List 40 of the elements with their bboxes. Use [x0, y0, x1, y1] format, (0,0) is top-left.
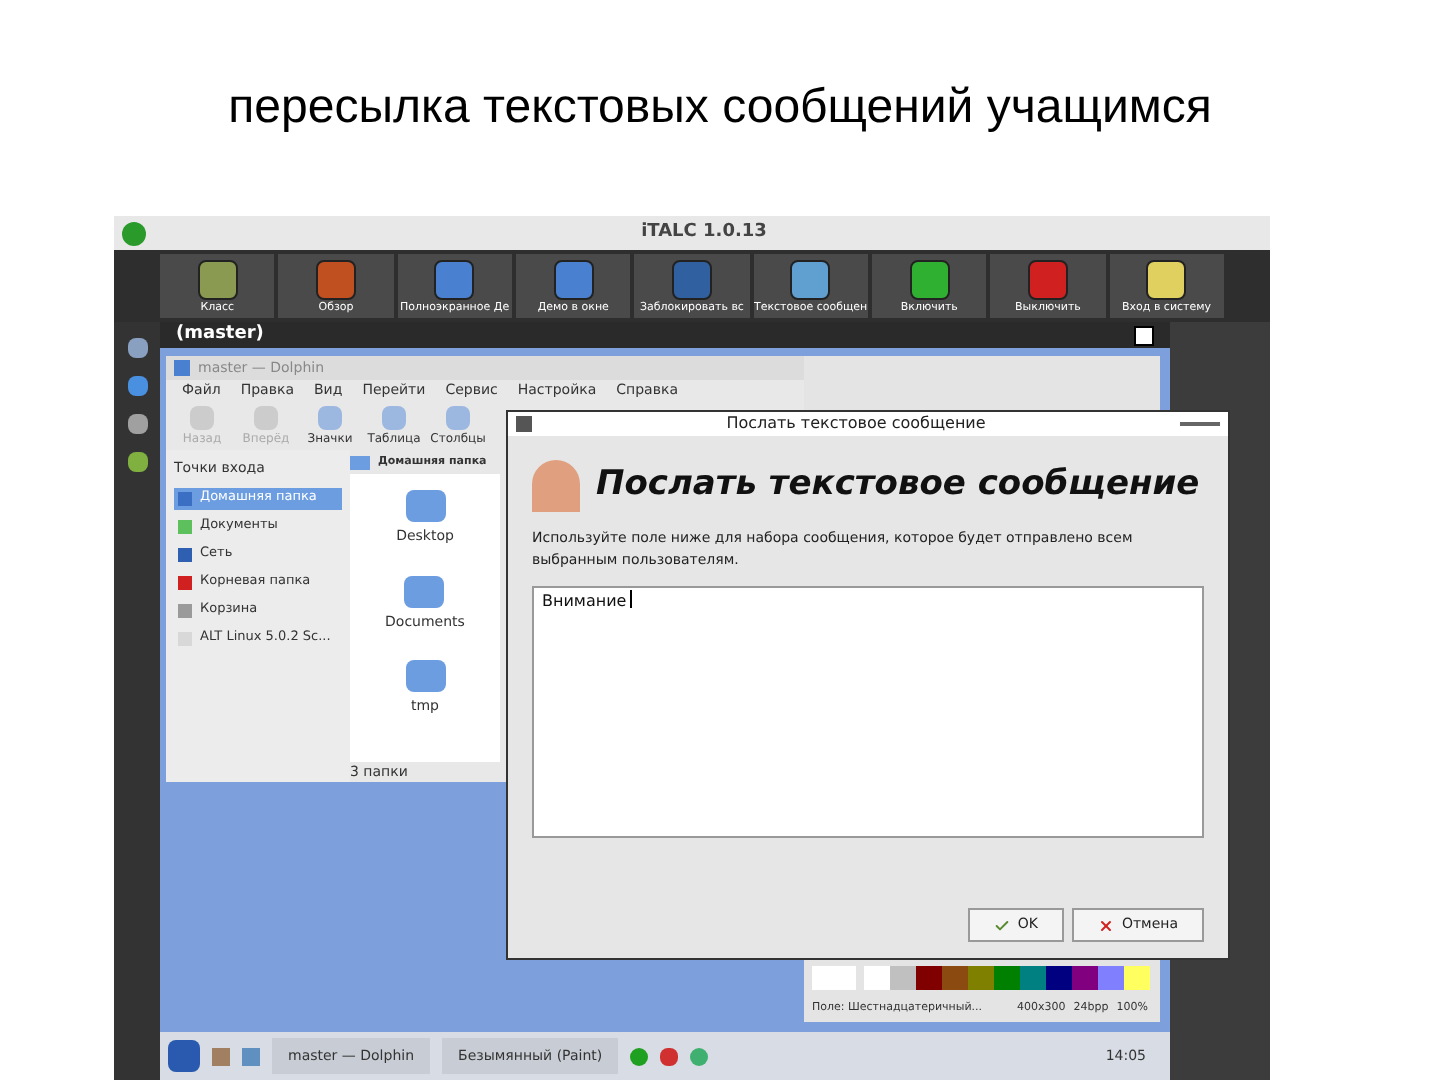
palette-swatch[interactable]: [1046, 966, 1072, 990]
palette-swatch[interactable]: [864, 966, 890, 990]
start-menu-icon[interactable]: [168, 1040, 200, 1072]
folder-icon: [405, 660, 445, 692]
toolbar-app-icon: [434, 259, 475, 299]
palette-swatch[interactable]: [916, 966, 942, 990]
toolbar-app-icon: [1146, 259, 1187, 299]
palette-swatch[interactable]: [942, 966, 968, 990]
canvas-preview: [812, 966, 856, 990]
dialog-heading: Послать текстовое сообщение: [596, 462, 1200, 509]
home-icon: [350, 455, 370, 469]
dialog-title: Послать текстовое сообщение: [724, 412, 988, 436]
palette-swatch[interactable]: [1098, 966, 1124, 990]
palette-swatch[interactable]: [1124, 966, 1150, 990]
toolbar-app-icon: [315, 259, 356, 299]
toolbar-app-icon: [909, 259, 950, 299]
toolbar-app-icon: [790, 259, 831, 299]
window-title: iTALC 1.0.13: [639, 219, 769, 246]
check-icon: [993, 917, 1010, 933]
palette-swatch[interactable]: [1072, 966, 1098, 990]
palette-swatch[interactable]: [994, 966, 1020, 990]
toolbar-app-icon: [197, 259, 238, 299]
cross-icon: [1097, 917, 1114, 933]
app-icon: [122, 221, 146, 245]
palette-swatch[interactable]: [968, 966, 994, 990]
app-icon: [516, 416, 532, 432]
screen-title: (master): [176, 321, 264, 348]
text-cursor: [630, 590, 633, 608]
folder-icon: [405, 490, 445, 522]
toolbar-app-icon: [671, 259, 712, 299]
close-icon[interactable]: [1134, 325, 1154, 345]
folder-icon: [404, 575, 445, 607]
message-text: Внимание: [542, 590, 627, 614]
toolbar-app-icon: [553, 259, 594, 299]
slide-title: пересылка текстовых сообщений учащимся: [228, 78, 1212, 138]
message-field[interactable]: Внимание: [532, 586, 1204, 838]
palette-swatch[interactable]: [1020, 966, 1046, 990]
folder-icon: [174, 360, 190, 376]
toolbar-app-icon: [1027, 259, 1068, 299]
palette-swatch[interactable]: [890, 966, 916, 990]
